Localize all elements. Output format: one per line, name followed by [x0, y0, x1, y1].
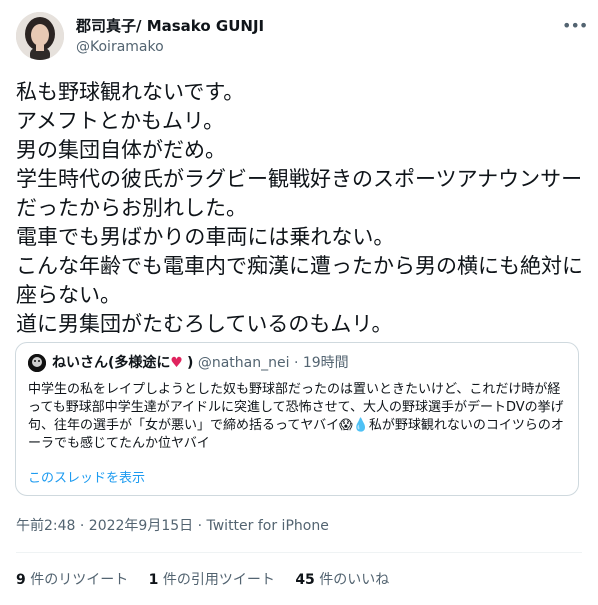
quote-separator: · — [293, 355, 299, 371]
tweet-header: 郡司真子/ Masako GUNJI @Koiramako ••• — [16, 12, 588, 62]
quote-tweets-stat[interactable]: 1 件の引用ツイート — [149, 570, 275, 590]
tweet-text: 私も野球観れないです。 アメフトとかもムリ。 男の集団自体がだめ。 学生時代の彼… — [16, 80, 583, 336]
tweet-timestamp[interactable]: 午前2:48 · 2022年9月15日 · Twitter for iPhone — [16, 516, 329, 536]
more-horizontal-icon[interactable]: ••• — [562, 16, 588, 36]
quotes-label: 件の引用ツイート — [162, 572, 275, 588]
show-thread-link[interactable]: このスレッドを表示 — [28, 470, 145, 488]
quote-avatar-image — [28, 354, 46, 372]
author-name[interactable]: 郡司真子/ Masako GUNJI — [76, 16, 264, 36]
likes-label: 件のいいね — [319, 572, 390, 588]
retweets-label: 件のリツイート — [30, 572, 129, 588]
tweet-stats: 9 件のリツイート 1 件の引用ツイート 45 件のいいね — [16, 570, 405, 590]
quotes-count: 1 — [148, 572, 159, 588]
quote-author-handle: @nathan_nei — [197, 355, 290, 371]
author-avatar-image — [16, 12, 64, 60]
divider — [16, 552, 582, 553]
quote-header: ねいさん(多様途に♥) @nathan_nei · 19時間 — [52, 353, 349, 373]
likes-stat[interactable]: 45 件のいいね — [295, 570, 389, 590]
quote-time[interactable]: 19時間 — [303, 355, 349, 371]
likes-count: 45 — [295, 572, 315, 588]
retweets-stat[interactable]: 9 件のリツイート — [16, 570, 128, 590]
author-avatar[interactable] — [16, 12, 64, 60]
quote-author-name[interactable]: ねいさん(多様途に — [52, 355, 170, 371]
quote-text: 中学生の私をレイプしようとした奴も野球部だったのは置いときたいけど、これだけ時が… — [28, 382, 564, 451]
quote-author-name-suffix: ) — [186, 355, 194, 371]
retweets-count: 9 — [16, 572, 26, 588]
heart-emoji-icon: ♥ — [170, 355, 183, 371]
quote-author-avatar[interactable] — [28, 354, 46, 372]
author-handle[interactable]: @Koiramako — [76, 38, 164, 56]
quote-tweet-card[interactable]: ねいさん(多様途に♥) @nathan_nei · 19時間 中学生の私をレイプ… — [15, 342, 579, 496]
